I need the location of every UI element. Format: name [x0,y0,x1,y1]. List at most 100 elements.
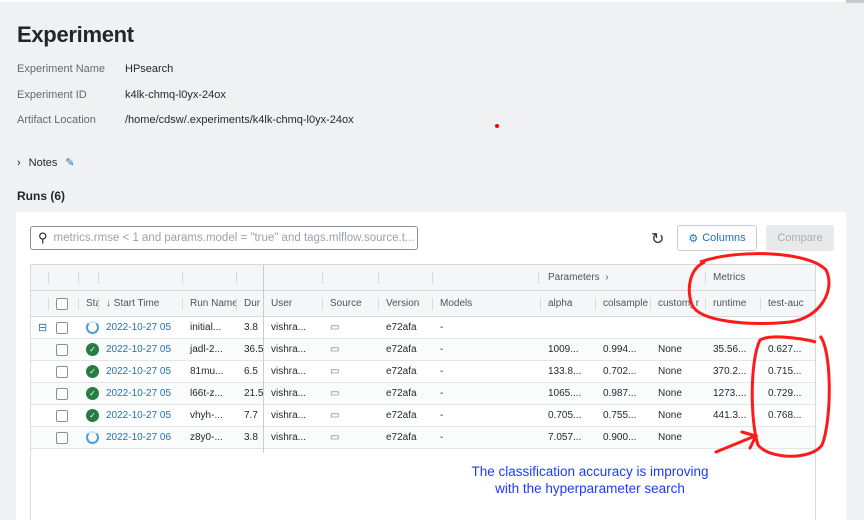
table-row[interactable]: ✓ 2022-10-27 05 vhyh-... 7.7 vishra... ▭ e72af… [31,405,815,427]
parameters-group-header[interactable]: Parameters › [541,265,706,290]
meta-label: Experiment ID [17,89,87,101]
metric-test-auc: 0.715... [768,366,802,377]
duration: 21.5 [244,388,264,399]
param-alpha: 133.8... [548,366,582,377]
expand-cell[interactable] [31,383,49,404]
row-checkbox[interactable] [56,431,68,444]
annotation-line: with the hyperparameter search [495,481,685,496]
models: - [440,432,444,443]
column-header[interactable]: Source [323,291,379,316]
run-name[interactable]: vhyh-... [183,405,237,426]
spinner-icon [86,321,99,334]
run-name[interactable]: initial... [183,317,237,338]
start-time-link[interactable]: 2022-10-27 06 [99,427,183,448]
metric-runtime: 1273.... [713,388,747,399]
check-circle-icon: ✓ [86,365,99,378]
header-cell [31,291,49,316]
run-name[interactable]: l66t-z... [183,383,237,404]
laptop-icon: ▭ [330,322,340,333]
param-custom: None [658,388,682,399]
collapse-icon[interactable]: ⊟ [38,321,47,334]
metric-test-auc: 0.768... [768,410,802,421]
columns-button[interactable]: ⚙ Columns [677,225,757,251]
status-cell: ✓ [79,405,99,426]
chevron-right-icon: › [17,156,21,169]
param-colsample: 0.755... [603,410,637,421]
refresh-icon[interactable]: ↻ [651,229,664,249]
param-colsample: 0.900... [603,432,637,443]
group-cell [433,265,539,290]
gear-icon: ⚙ [688,232,699,245]
models: - [440,344,444,355]
pencil-icon[interactable]: ✎ [65,156,74,169]
user: vishra... [271,344,307,355]
version: e72afa [386,432,417,443]
row-checkbox[interactable] [56,387,68,400]
column-header[interactable]: ↓ Start Time [99,291,183,316]
expand-cell[interactable]: ⊟ [31,317,49,338]
checkbox-cell[interactable] [49,427,79,448]
table-row[interactable]: ✓ 2022-10-27 05 jadl-2... 36.5 vishra... ▭ e72… [31,339,815,361]
row-checkbox[interactable] [56,409,68,422]
column-header[interactable]: alpha [541,291,596,316]
expand-cell[interactable] [31,339,49,360]
start-time-link[interactable]: 2022-10-27 05 [99,405,183,426]
metric-runtime: 370.2... [713,366,747,377]
start-time-link[interactable]: 2022-10-27 05 [99,339,183,360]
notes-label: Notes [28,156,58,169]
column-header[interactable]: Dur [237,291,264,316]
row-checkbox[interactable] [56,321,68,334]
checkbox-cell[interactable] [49,361,79,382]
column-header[interactable]: test-auc [761,291,816,316]
column-header[interactable]: Version [379,291,433,316]
run-name[interactable]: 81mu... [183,361,237,382]
column-header[interactable]: colsample [596,291,651,316]
row-checkbox[interactable] [56,365,68,378]
start-time-link[interactable]: 2022-10-27 05 [99,317,183,338]
param-alpha: 0.705... [548,410,582,421]
start-time-link[interactable]: 2022-10-27 05 [99,361,183,382]
notes-toggle[interactable]: › Notes ✎ [17,156,75,170]
column-header[interactable]: custom_r [651,291,706,316]
models: - [440,388,444,399]
run-name[interactable]: z8y0-... [183,427,237,448]
table-row[interactable]: 2022-10-27 06 z8y0-... 3.8 vishra... ▭ e72afa… [31,427,815,449]
duration: 7.7 [244,410,258,421]
select-all-checkbox-cell[interactable] [49,291,79,316]
checkbox-cell[interactable] [49,405,79,426]
meta-label: Artifact Location [17,114,96,126]
table-row[interactable]: ⊟ 2022-10-27 05 initial... 3.8 vishra... ▭ e72… [31,317,815,339]
source-cell: ▭ [323,339,379,360]
parameters-label: Parameters [548,272,600,283]
expand-cell[interactable] [31,405,49,426]
annotation-line: The classification accuracy is improving [471,464,709,479]
start-time-link[interactable]: 2022-10-27 05 [99,383,183,404]
version: e72afa [386,322,417,333]
column-header[interactable]: runtime [706,291,761,316]
column-header[interactable]: Models [433,291,541,316]
laptop-icon: ▭ [330,388,340,399]
table-row[interactable]: ✓ 2022-10-27 05 l66t-z... 21.5 vishra... ▭ e72… [31,383,815,405]
metrics-label: Metrics [713,272,746,283]
compare-button[interactable]: Compare [766,225,834,251]
select-all-checkbox[interactable] [56,297,68,310]
checkbox-cell[interactable] [49,383,79,404]
expand-cell[interactable] [31,361,49,382]
expand-cell[interactable] [31,427,49,448]
run-name[interactable]: jadl-2... [183,339,237,360]
table-row[interactable]: ✓ 2022-10-27 05 81mu... 6.5 vishra... ▭ e72afa… [31,361,815,383]
scrollbar[interactable] [846,0,864,3]
version: e72afa [386,410,417,421]
user: vishra... [271,432,307,443]
group-cell [183,265,237,290]
search-input[interactable]: ⚲ metrics.rmse < 1 and params.model = "t… [30,226,418,250]
column-header[interactable]: Stat [79,291,99,316]
checkbox-cell[interactable] [49,317,79,338]
duration: 6.5 [244,366,258,377]
laptop-icon: ▭ [330,432,340,443]
column-header[interactable]: Run Name [183,291,237,316]
column-header[interactable]: User [264,291,323,316]
row-checkbox[interactable] [56,343,68,356]
checkbox-cell[interactable] [49,339,79,360]
metrics-group-header: Metrics [706,265,816,290]
